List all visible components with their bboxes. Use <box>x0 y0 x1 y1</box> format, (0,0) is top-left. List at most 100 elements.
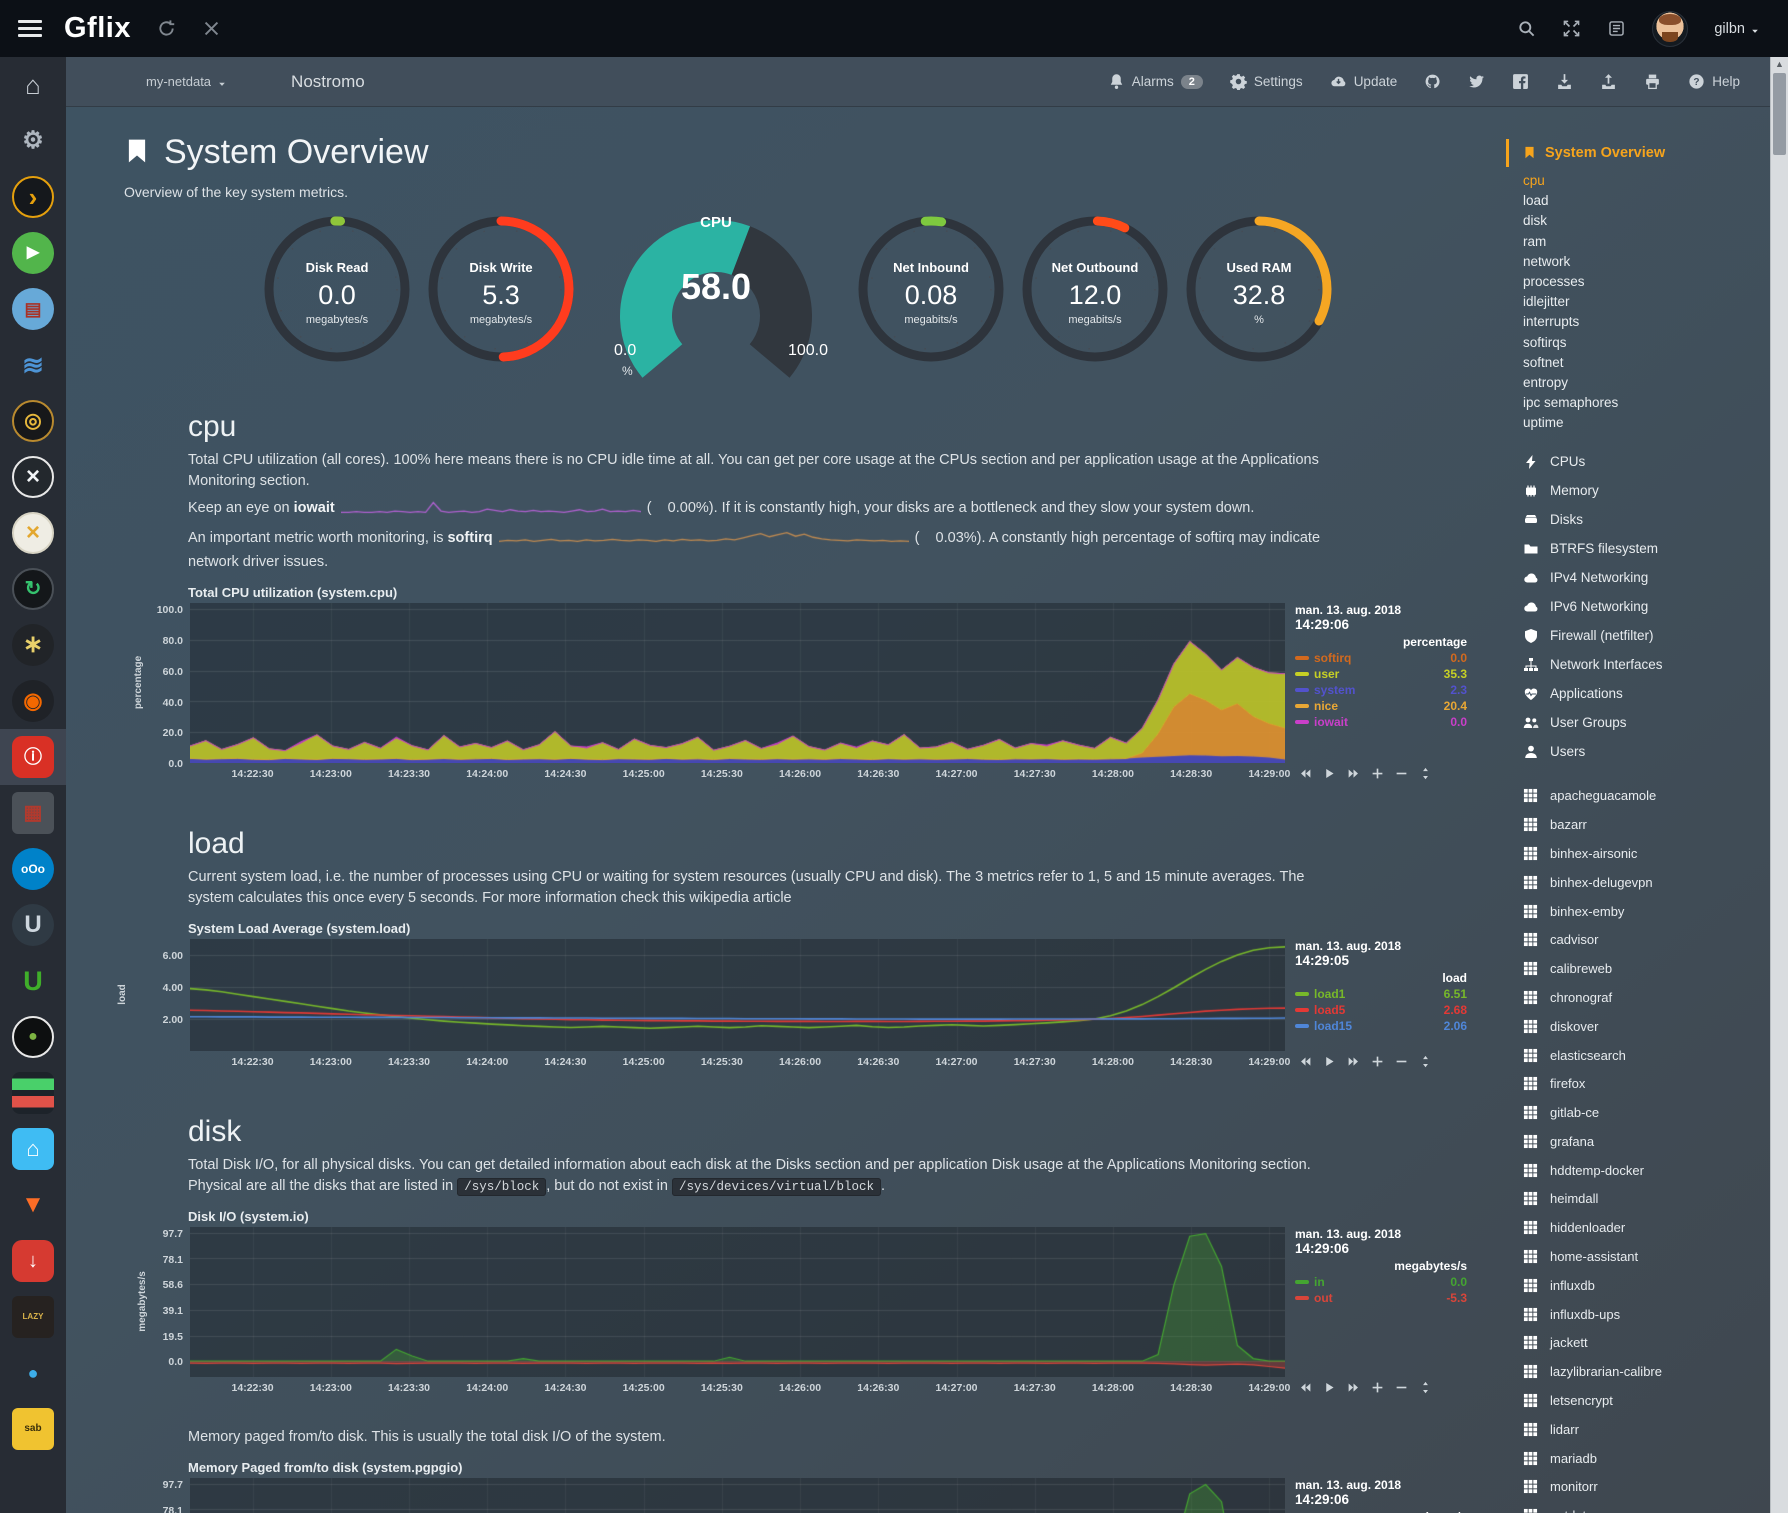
sidebar-menu-item[interactable]: Disks <box>1523 505 1770 534</box>
dock-sickchill[interactable]: × <box>0 505 66 561</box>
facebook-icon[interactable] <box>1512 73 1529 90</box>
legend-item[interactable]: system 2.3 <box>1295 682 1467 698</box>
cpu-chart[interactable] <box>190 603 1285 763</box>
sidebar-menu-item[interactable]: CPUs <box>1523 447 1770 476</box>
sidebar-app-item[interactable]: calibreweb <box>1523 954 1770 983</box>
github-icon[interactable] <box>1424 73 1441 90</box>
disk-chart[interactable] <box>190 1227 1285 1377</box>
gauge-disk-write[interactable]: Disk Write 5.3 megabytes/s <box>426 214 576 382</box>
pan-forward-button[interactable] <box>1347 1055 1360 1068</box>
dock-nzbget[interactable]: ↻ <box>0 561 66 617</box>
print-icon[interactable] <box>1644 73 1661 90</box>
vertical-scrollbar[interactable]: ▲ <box>1770 57 1788 1513</box>
sidebar-app-item[interactable]: chronograf <box>1523 983 1770 1012</box>
play-button[interactable] <box>1323 1055 1336 1068</box>
play-button[interactable] <box>1323 767 1336 780</box>
dock-magnet[interactable]: U <box>0 953 66 1009</box>
sidebar-menu-item[interactable]: IPv6 Networking <box>1523 592 1770 621</box>
twitter-icon[interactable] <box>1468 73 1485 90</box>
sidebar-app-item[interactable]: home-assistant <box>1523 1242 1770 1271</box>
dock-plex[interactable]: › <box>0 169 66 225</box>
sidebar-subsection-link[interactable]: ram <box>1523 232 1770 252</box>
fullscreen-icon[interactable] <box>1562 19 1581 38</box>
changelog-icon[interactable] <box>1607 19 1626 38</box>
dock-settings[interactable]: ⚙ <box>0 113 66 169</box>
dock-gitlab[interactable]: ▼ <box>0 1177 66 1233</box>
sidebar-app-item[interactable]: hiddenloader <box>1523 1213 1770 1242</box>
pan-backward-button[interactable] <box>1299 1381 1312 1394</box>
sidebar-subsection-link[interactable]: disk <box>1523 211 1770 231</box>
resize-handle[interactable] <box>1419 1381 1432 1394</box>
scroll-up-arrow[interactable]: ▲ <box>1771 59 1788 69</box>
sidebar-subsection-link[interactable]: cpu <box>1523 171 1770 191</box>
dock-airsonic[interactable]: ≋ <box>0 337 66 393</box>
machine-dropdown[interactable]: my-netdata <box>146 74 227 89</box>
pgpg-chart[interactable] <box>190 1478 1285 1513</box>
sidebar-app-item[interactable]: letsencrypt <box>1523 1386 1770 1415</box>
sidebar-app-item[interactable]: cadvisor <box>1523 925 1770 954</box>
sidebar-app-item[interactable]: hddtemp-docker <box>1523 1156 1770 1185</box>
pan-forward-button[interactable] <box>1347 767 1360 780</box>
sidebar-subsection-link[interactable]: network <box>1523 252 1770 272</box>
resize-handle[interactable] <box>1419 1055 1432 1068</box>
dock-cubes[interactable]: ▦ <box>0 785 66 841</box>
settings-button[interactable]: Settings <box>1230 73 1303 90</box>
dock-monitor-shield[interactable]: ⓘ <box>0 729 66 785</box>
sidebar-app-item[interactable]: binhex-airsonic <box>1523 839 1770 868</box>
sidebar-app-item[interactable]: grafana <box>1523 1127 1770 1156</box>
pan-forward-button[interactable] <box>1347 1381 1360 1394</box>
sidebar-app-item[interactable]: influxdb <box>1523 1271 1770 1300</box>
legend-item[interactable]: load15 2.06 <box>1295 1018 1467 1034</box>
sidebar-app-item[interactable]: heimdall <box>1523 1185 1770 1214</box>
sidebar-app-item[interactable]: jackett <box>1523 1329 1770 1358</box>
sidebar-app-item[interactable]: bazarr <box>1523 810 1770 839</box>
dock-grafana[interactable]: ◉ <box>0 673 66 729</box>
sidebar-app-item[interactable]: firefox <box>1523 1069 1770 1098</box>
sidebar-subsection-link[interactable]: entropy <box>1523 373 1770 393</box>
sidebar-subsection-link[interactable]: ipc semaphores <box>1523 393 1770 413</box>
sidebar-subsection-link[interactable]: interrupts <box>1523 312 1770 332</box>
legend-item[interactable]: load5 2.68 <box>1295 1002 1467 1018</box>
pan-backward-button[interactable] <box>1299 1055 1312 1068</box>
zoom-in-button[interactable] <box>1371 1055 1384 1068</box>
dock-couchpotato[interactable]: × <box>0 449 66 505</box>
dock-downloader[interactable]: ↓ <box>0 1233 66 1289</box>
avatar[interactable] <box>1652 11 1688 47</box>
sidebar-section-system-overview[interactable]: System Overview <box>1506 139 1770 167</box>
sidebar-app-item[interactable]: apacheguacamole <box>1523 781 1770 810</box>
refresh-icon[interactable] <box>157 19 176 38</box>
sidebar-menu-item[interactable]: Firewall (netfilter) <box>1523 621 1770 650</box>
dock-dish[interactable]: ● <box>0 1009 66 1065</box>
resize-handle[interactable] <box>1419 767 1432 780</box>
sidebar-subsection-link[interactable]: processes <box>1523 272 1770 292</box>
gauge-disk-read[interactable]: Disk Read 0.0 megabytes/s <box>262 214 412 382</box>
play-button[interactable] <box>1323 1381 1336 1394</box>
gauge-net-inbound[interactable]: Net Inbound 0.08 megabits/s <box>856 214 1006 382</box>
export-icon[interactable] <box>1600 73 1617 90</box>
zoom-out-button[interactable] <box>1395 1381 1408 1394</box>
zoom-in-button[interactable] <box>1371 1381 1384 1394</box>
zoom-out-button[interactable] <box>1395 767 1408 780</box>
sidebar-app-item[interactable]: mariadb <box>1523 1444 1770 1473</box>
sidebar-menu-item[interactable]: Users <box>1523 737 1770 766</box>
sidebar-menu-item[interactable]: Applications <box>1523 679 1770 708</box>
hamburger-menu-icon[interactable] <box>18 20 42 37</box>
close-tab-icon[interactable] <box>202 19 221 38</box>
help-button[interactable]: ? Help <box>1688 73 1740 90</box>
sidebar-app-item[interactable]: binhex-emby <box>1523 897 1770 926</box>
search-icon[interactable] <box>1517 19 1536 38</box>
sidebar-app-item[interactable]: netdata <box>1523 1501 1770 1513</box>
zoom-out-button[interactable] <box>1395 1055 1408 1068</box>
update-button[interactable]: Update <box>1330 73 1398 90</box>
sidebar-subsection-link[interactable]: load <box>1523 191 1770 211</box>
pan-backward-button[interactable] <box>1299 767 1312 780</box>
user-menu[interactable]: gilbn <box>1714 21 1760 37</box>
dock-deluge[interactable]: ● <box>0 1345 66 1401</box>
gauge-net-outbound[interactable]: Net Outbound 12.0 megabits/s <box>1020 214 1170 382</box>
dock-nextcloud[interactable]: oOo <box>0 841 66 897</box>
dock-monitorr[interactable] <box>0 1065 66 1121</box>
legend-item[interactable]: iowait 0.0 <box>1295 714 1467 730</box>
sidebar-menu-item[interactable]: BTRFS filesystem <box>1523 534 1770 563</box>
sidebar-app-item[interactable]: influxdb-ups <box>1523 1300 1770 1329</box>
sidebar-app-item[interactable]: lidarr <box>1523 1415 1770 1444</box>
